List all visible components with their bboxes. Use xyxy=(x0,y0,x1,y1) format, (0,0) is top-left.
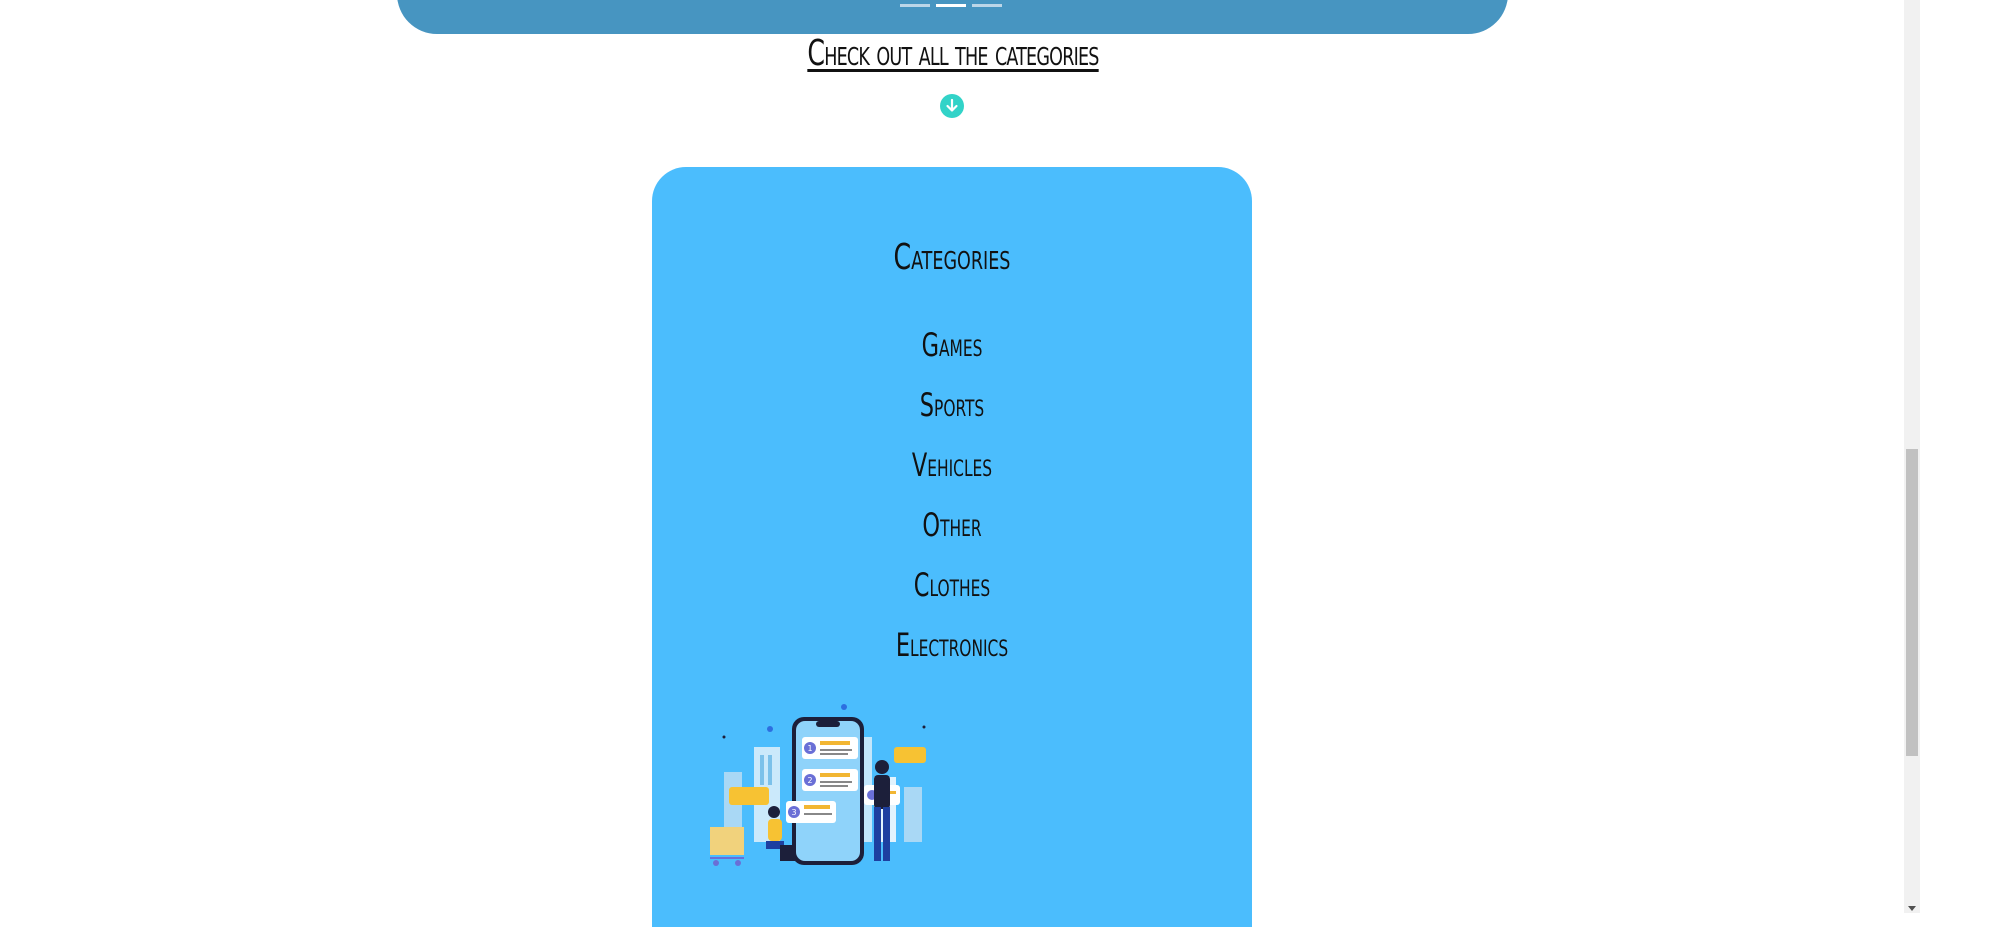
carousel-indicator-3[interactable] xyxy=(972,4,1002,7)
categories-list: Games Sports Vehicles Other Clothes Elec… xyxy=(652,315,1252,675)
category-link-clothes[interactable]: Clothes xyxy=(718,555,1186,615)
categories-title: Categories xyxy=(893,237,1011,278)
carousel-banner xyxy=(397,0,1508,34)
page-scrollbar[interactable] xyxy=(1904,0,1920,913)
scrollbar-thumb[interactable] xyxy=(1906,449,1918,756)
categories-card: Categories Games Sports Vehicles Other C… xyxy=(652,167,1252,927)
svg-text:3: 3 xyxy=(792,808,797,817)
category-link-vehicles[interactable]: Vehicles xyxy=(718,435,1186,495)
arrow-down-circle-icon[interactable] xyxy=(940,94,964,118)
carousel-indicators xyxy=(900,4,1002,7)
category-link-other[interactable]: Other xyxy=(718,495,1186,555)
svg-text:2: 2 xyxy=(808,776,813,785)
scroll-down-arrow-icon[interactable] xyxy=(1908,906,1916,911)
product-reviews-illustration: 1 2 3 xyxy=(710,704,926,866)
category-link-games[interactable]: Games xyxy=(718,315,1186,375)
svg-text:1: 1 xyxy=(808,744,813,753)
carousel-indicator-2[interactable] xyxy=(936,4,966,7)
categories-headline-link[interactable]: Check out all the categories xyxy=(210,33,1697,74)
carousel-indicator-1[interactable] xyxy=(900,4,930,7)
category-link-sports[interactable]: Sports xyxy=(718,375,1186,435)
category-link-electronics[interactable]: Electronics xyxy=(718,615,1186,675)
